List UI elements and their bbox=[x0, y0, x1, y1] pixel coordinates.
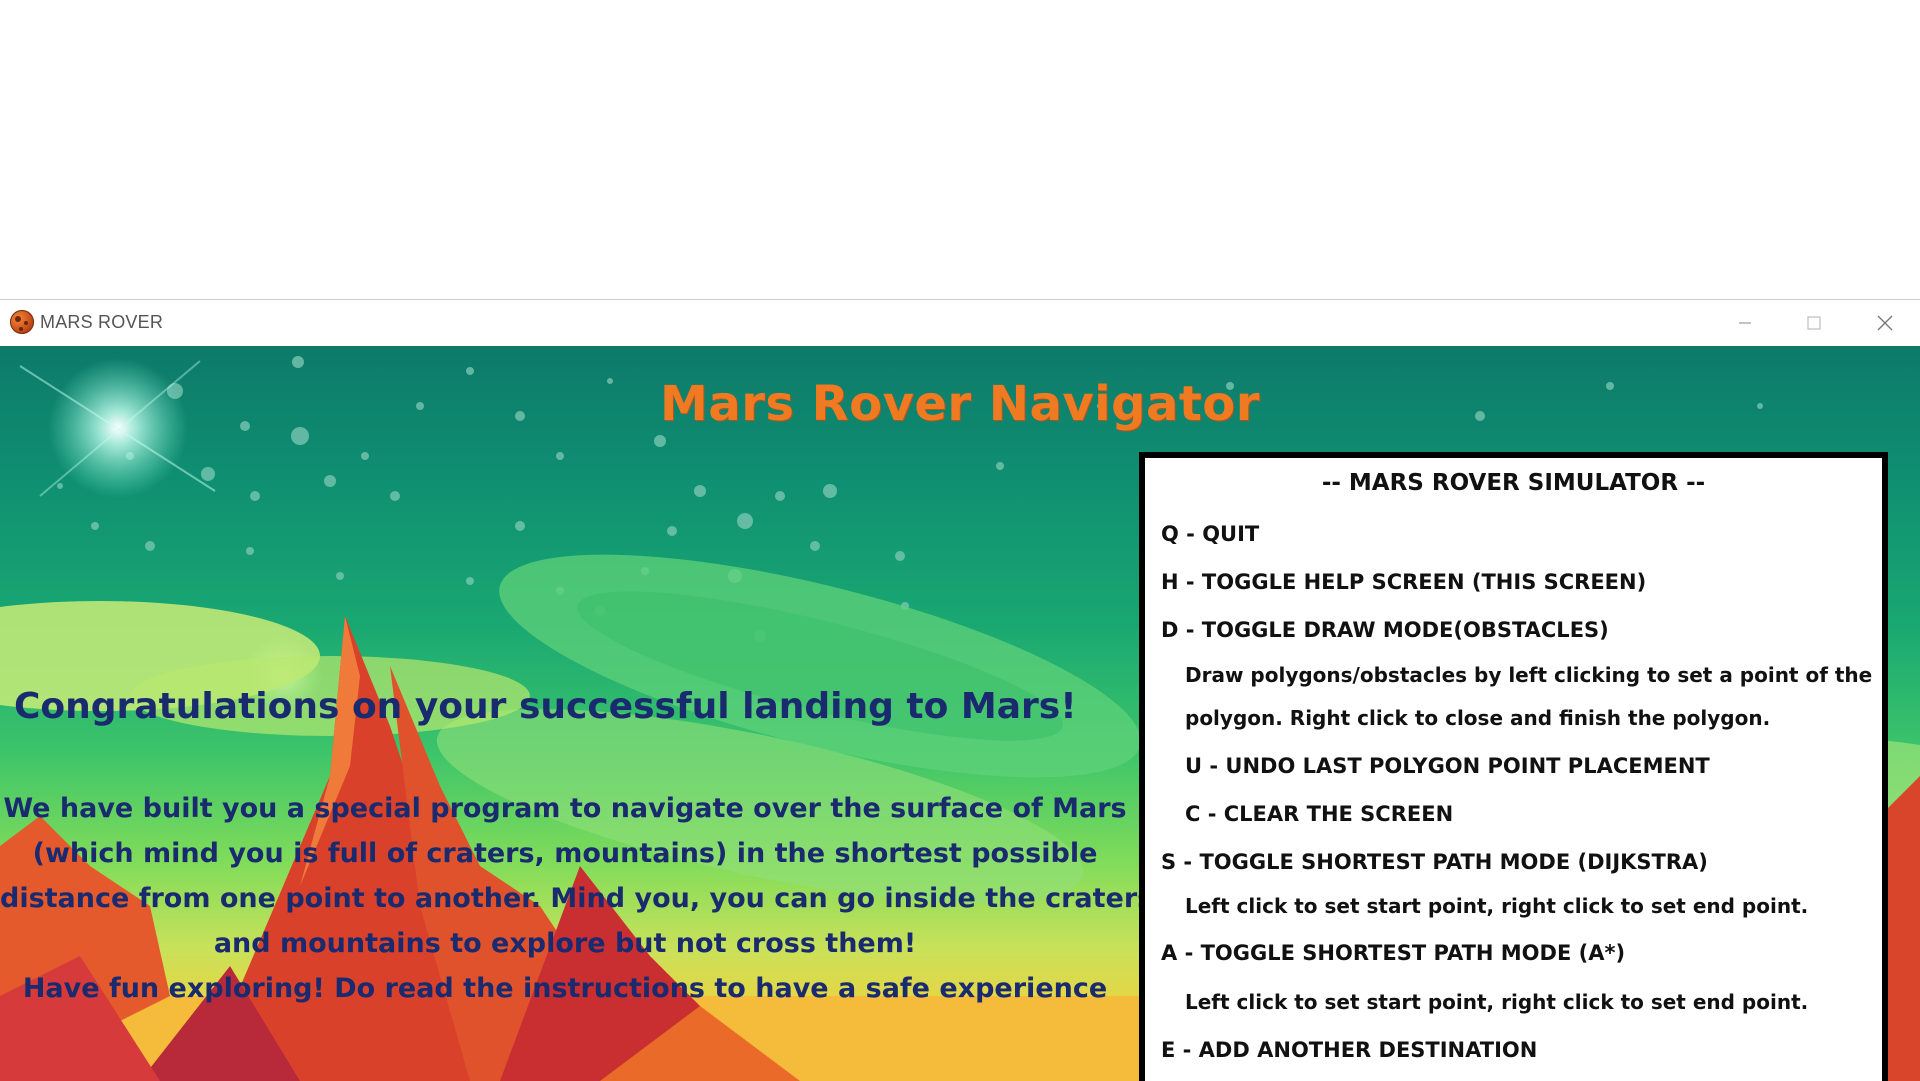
help-draw-desc: polygon. Right click to close and finish… bbox=[1185, 706, 1771, 730]
help-draw-desc: Draw polygons/obstacles by left clicking… bbox=[1185, 663, 1873, 687]
help-quit: Q - QUIT bbox=[1161, 522, 1260, 546]
help-dijkstra-desc: Left click to set start point, right cli… bbox=[1185, 894, 1809, 918]
help-dijkstra: S - TOGGLE SHORTEST PATH MODE (DIJKSTRA) bbox=[1161, 850, 1708, 874]
app-heading: Mars Rover Navigator bbox=[660, 376, 1260, 432]
mars-planet-icon bbox=[10, 310, 34, 334]
intro-text: We have built you a special program to n… bbox=[0, 786, 1154, 1011]
help-astar: A - TOGGLE SHORTEST PATH MODE (A*) bbox=[1161, 941, 1626, 965]
help-title: -- MARS ROVER SIMULATOR -- bbox=[1321, 470, 1706, 496]
window-title: MARS ROVER bbox=[40, 312, 164, 332]
help-undo: U - UNDO LAST POLYGON POINT PLACEMENT bbox=[1185, 754, 1710, 778]
intro-line: (which mind you is full of craters, moun… bbox=[32, 838, 1098, 869]
minimize-icon bbox=[1739, 322, 1751, 324]
help-draw-mode: D - TOGGLE DRAW MODE(OBSTACLES) bbox=[1161, 618, 1609, 642]
help-panel: -- MARS ROVER SIMULATOR -- Q - QUIT H - … bbox=[1139, 452, 1888, 1081]
close-button[interactable] bbox=[1850, 300, 1920, 346]
help-add-destination: E - ADD ANOTHER DESTINATION bbox=[1161, 1038, 1538, 1062]
maximize-icon bbox=[1807, 316, 1821, 330]
help-toggle-help: H - TOGGLE HELP SCREEN (THIS SCREEN) bbox=[1161, 570, 1647, 594]
help-astar-desc: Left click to set start point, right cli… bbox=[1185, 990, 1809, 1014]
intro-line: and mountains to explore but not cross t… bbox=[213, 928, 917, 959]
title-bar[interactable]: MARS ROVER bbox=[0, 300, 1920, 346]
intro-line: distance from one point to another. Mind… bbox=[0, 883, 1154, 914]
maximize-button[interactable] bbox=[1779, 300, 1849, 346]
intro-line: Have fun exploring! Do read the instruct… bbox=[22, 973, 1108, 1004]
app-window: MARS ROVER Mars Rover Navigator Congratu… bbox=[0, 299, 1920, 1081]
congrats-message: Congratulations on your successful landi… bbox=[14, 686, 1077, 727]
minimize-button[interactable] bbox=[1710, 300, 1780, 346]
help-clear: C - CLEAR THE SCREEN bbox=[1185, 802, 1454, 826]
app-canvas[interactable]: Mars Rover Navigator Congratulations on … bbox=[0, 346, 1920, 1081]
close-icon bbox=[1877, 315, 1893, 331]
intro-line: We have built you a special program to n… bbox=[3, 793, 1127, 824]
